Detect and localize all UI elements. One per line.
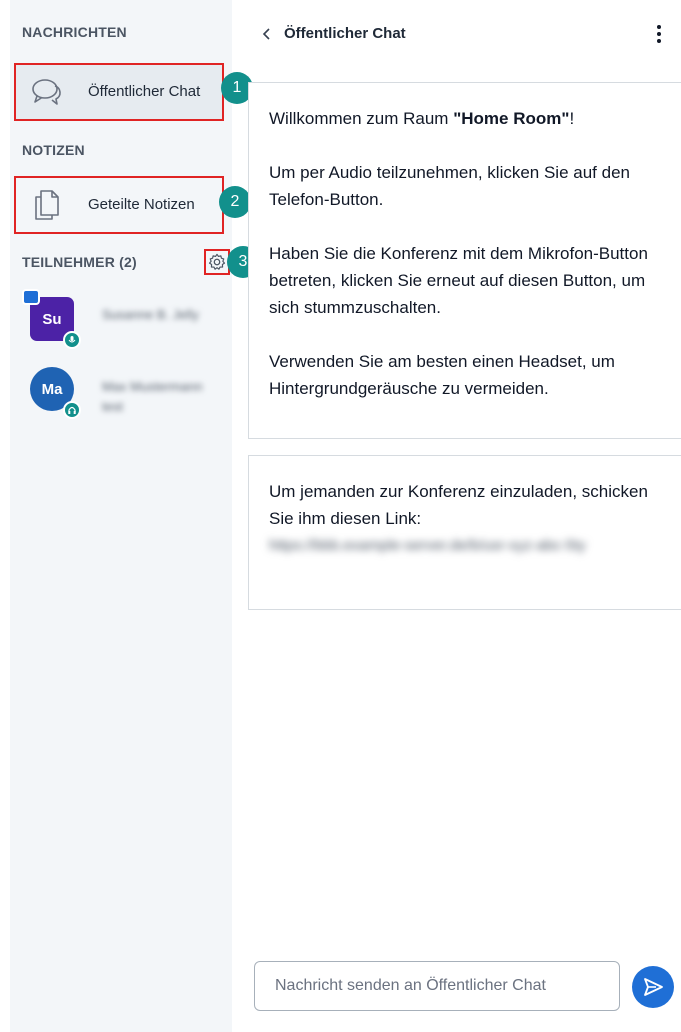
sidebar: NACHRICHTEN Öffentlicher Chat NOTIZEN Ge… [10,0,232,1032]
welcome-microphone-text: Haben Sie die Konferenz mit dem Mikrofon… [269,244,648,317]
welcome-heading: Willkommen zum Raum "Home Room"! [269,109,575,128]
public-chat-nav-item[interactable]: Öffentlicher Chat [14,63,224,121]
participant-name: Susanne B. Jelly [102,307,199,322]
avatar-initials: Ma [41,380,63,398]
notes-section-title: NOTIZEN [22,142,85,158]
chat-title: Öffentlicher Chat [284,25,406,42]
callout-badge: 2 [219,186,251,218]
more-options-icon[interactable] [652,22,666,46]
welcome-message: Willkommen zum Raum "Home Room"! Um per … [248,82,681,439]
message-input[interactable]: Nachricht senden an Öffentlicher Chat [254,961,620,1011]
presenter-icon [22,289,40,305]
message-input-placeholder: Nachricht senden an Öffentlicher Chat [275,977,546,994]
send-icon [644,978,663,996]
documents-icon [35,190,59,220]
participant-item[interactable]: Ma Max Mustermann test [30,367,240,423]
invite-message: Um jemanden zur Konferenz einzuladen, sc… [248,455,681,610]
microphone-icon [63,331,81,349]
messages-section-title: NACHRICHTEN [22,24,127,40]
public-chat-label: Öffentlicher Chat [88,83,201,100]
gear-icon [208,253,226,270]
welcome-headset-text: Verwenden Sie am besten einen Headset, u… [269,352,615,398]
room-name: "Home Room" [453,109,570,128]
chevron-left-icon[interactable] [262,27,272,41]
chat-bubbles-icon [32,79,61,105]
headphones-icon [63,401,81,419]
shared-notes-nav-item[interactable]: Geteilte Notizen [14,176,224,234]
invite-text: Um jemanden zur Konferenz einzuladen, sc… [269,482,648,528]
participant-name: Max Mustermann test [102,379,203,414]
chat-header: Öffentlicher Chat [248,0,681,68]
send-button[interactable] [632,966,674,1008]
participants-section-title: TEILNEHMER (2) [22,254,137,270]
invite-link[interactable]: https://bbb.example-server.de/b/usr-xyz-… [269,532,667,559]
welcome-audio-text: Um per Audio teilzunehmen, klicken Sie a… [269,163,630,209]
participant-item[interactable]: Su Susanne B. Jelly [22,289,240,353]
shared-notes-label: Geteilte Notizen [88,196,195,213]
avatar-initials: Su [42,310,62,328]
